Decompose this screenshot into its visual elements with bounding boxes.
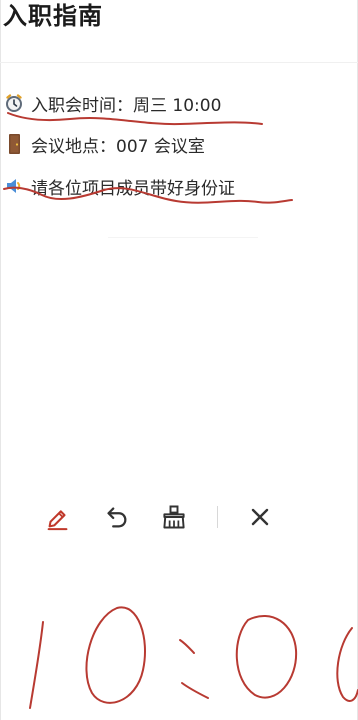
note-text-reminder: 请各位项目成员带好身份证 <box>31 178 235 199</box>
faint-divider <box>108 237 258 238</box>
undo-button[interactable] <box>96 497 136 537</box>
close-icon <box>251 508 269 526</box>
alarm-clock-icon <box>3 92 25 114</box>
digit-zero-3-stroke <box>336 627 358 702</box>
clear-button[interactable] <box>154 497 194 537</box>
digit-zero-2-stroke <box>235 614 298 699</box>
undo-icon <box>107 507 127 528</box>
pen-button[interactable] <box>38 497 78 537</box>
toolbar-divider <box>217 506 218 528</box>
note-screen: 入职指南 入职会时间：周三 10:00 会议地点：007 会议室 请各位项目成员… <box>0 0 358 720</box>
close-button[interactable] <box>240 497 280 537</box>
note-line-reminder: 请各位项目成员带好身份证 <box>3 173 235 199</box>
title-divider <box>0 62 358 63</box>
digit-one-stroke <box>29 621 44 709</box>
note-line-meeting-time: 入职会时间：周三 10:00 <box>3 90 221 116</box>
pen-icon <box>47 510 68 531</box>
page-title: 入职指南 <box>3 2 103 30</box>
door-icon <box>3 133 25 155</box>
note-text-meeting-time: 入职会时间：周三 10:00 <box>31 95 222 116</box>
speaker-icon <box>3 175 25 197</box>
screen-edge-left <box>0 0 1 720</box>
broom-clear-icon <box>163 505 185 529</box>
note-line-location: 会议地点：007 会议室 <box>3 131 205 157</box>
colon-upper-stroke <box>179 639 195 654</box>
note-text-location: 会议地点：007 会议室 <box>31 136 205 157</box>
digit-zero-stroke <box>85 606 146 704</box>
colon-lower-stroke <box>181 682 209 699</box>
drawing-toolbar <box>38 497 288 541</box>
